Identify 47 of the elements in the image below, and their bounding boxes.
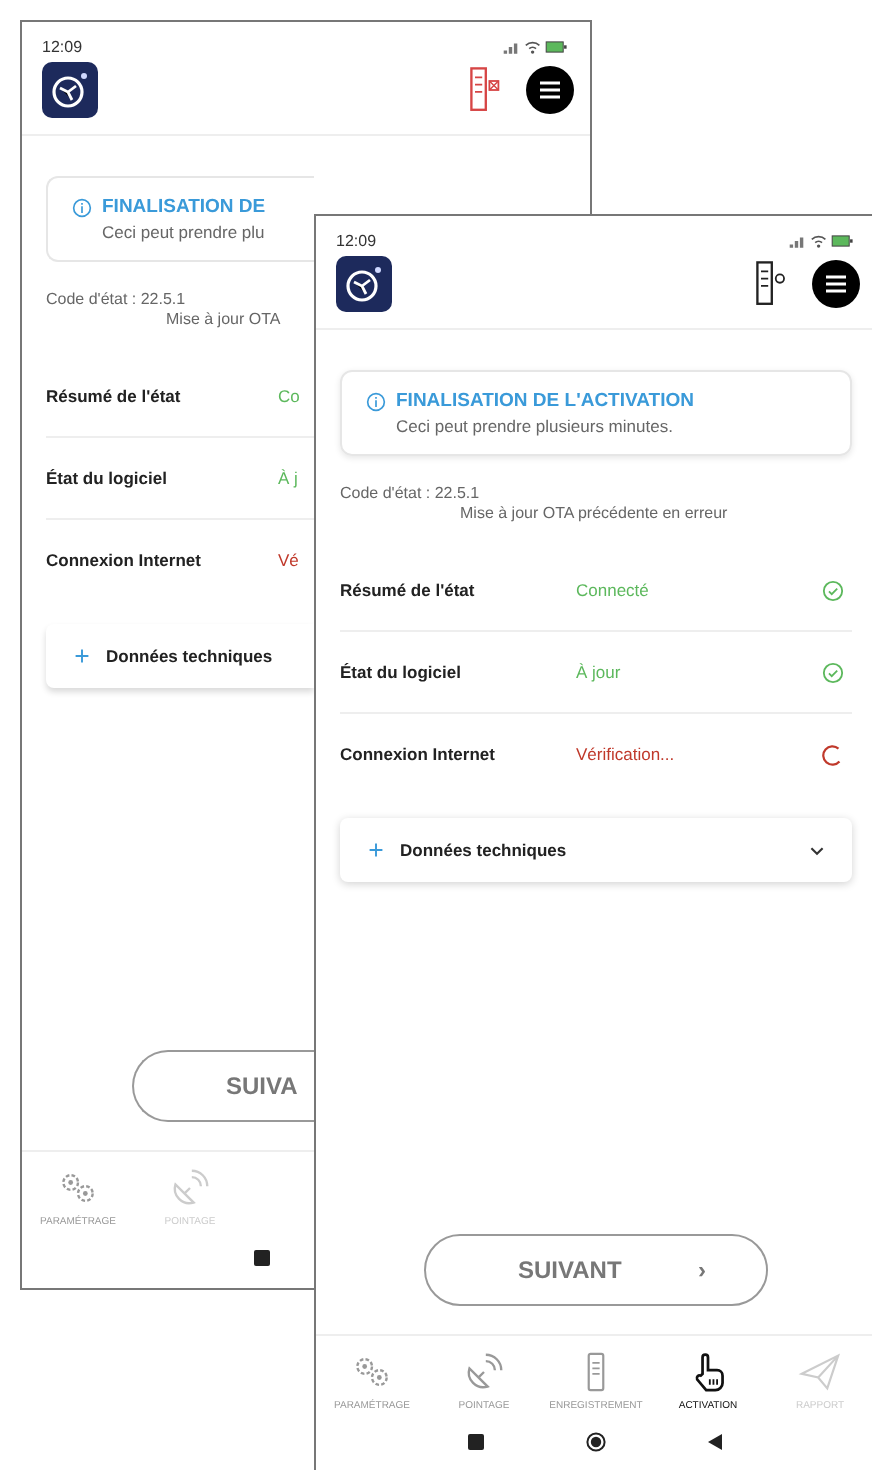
satellite-dish-icon (462, 1352, 506, 1392)
next-button[interactable]: SUIVANT › (424, 1234, 768, 1306)
panel-title: Données techniques (400, 840, 569, 860)
paper-plane-icon (798, 1352, 842, 1392)
status-code: Code d'état : 22.5.1 (46, 290, 186, 308)
banner-subtitle: Ceci peut prendre plusieurs minutes. (396, 416, 675, 436)
banner-title: FINALISATION DE L'ACTIVATION (396, 390, 694, 412)
info-icon (366, 392, 386, 412)
menu-icon[interactable] (812, 260, 860, 308)
recent-apps-key-icon[interactable] (252, 1248, 272, 1268)
plus-icon (74, 648, 90, 664)
clock-time: 12:09 (336, 231, 377, 249)
menu-icon[interactable] (526, 66, 574, 114)
back-key-icon[interactable] (706, 1432, 726, 1452)
row-label: État du logiciel (46, 468, 169, 488)
row-value: À jour (576, 662, 621, 682)
gears-icon (56, 1168, 100, 1208)
panel-title: Données techniques (106, 646, 275, 666)
clock-time: 12:09 (42, 37, 83, 55)
row-label: État du logiciel (340, 662, 463, 682)
info-icon (72, 198, 92, 218)
router-error-icon[interactable] (466, 66, 502, 114)
home-key-icon[interactable] (586, 1432, 606, 1452)
technical-data-panel[interactable]: Données techniques (46, 624, 314, 688)
row-label: Résumé de l'état (340, 580, 477, 600)
plus-icon (368, 842, 384, 858)
row-label: Connexion Internet (46, 550, 203, 570)
status-note: Mise à jour OTA (164, 310, 281, 328)
recent-apps-key-icon[interactable] (466, 1432, 486, 1452)
banner-subtitle: Ceci peut prendre plu (102, 222, 266, 242)
router-connected-icon[interactable] (752, 260, 788, 308)
row-label: Résumé de l'état (46, 386, 183, 406)
row-value: Connecté (576, 580, 649, 600)
next-button[interactable]: SUIVA (132, 1050, 314, 1122)
row-value: Co (278, 386, 300, 406)
satellite-dish-icon (168, 1168, 212, 1208)
status-code: Code d'état : 22.5.1 (340, 484, 480, 502)
gears-icon (350, 1352, 394, 1392)
status-icons (502, 37, 570, 55)
row-value: Vé (278, 550, 299, 570)
banner-title: FINALISATION DE (102, 196, 266, 218)
row-value: À j (278, 468, 298, 488)
technical-data-panel[interactable]: Données techniques (340, 818, 852, 882)
row-label: Connexion Internet (340, 744, 497, 764)
status-icons (788, 231, 856, 249)
status-note: Mise à jour OTA précédente en erreur (458, 504, 728, 522)
row-value: Vérification... (576, 744, 675, 764)
